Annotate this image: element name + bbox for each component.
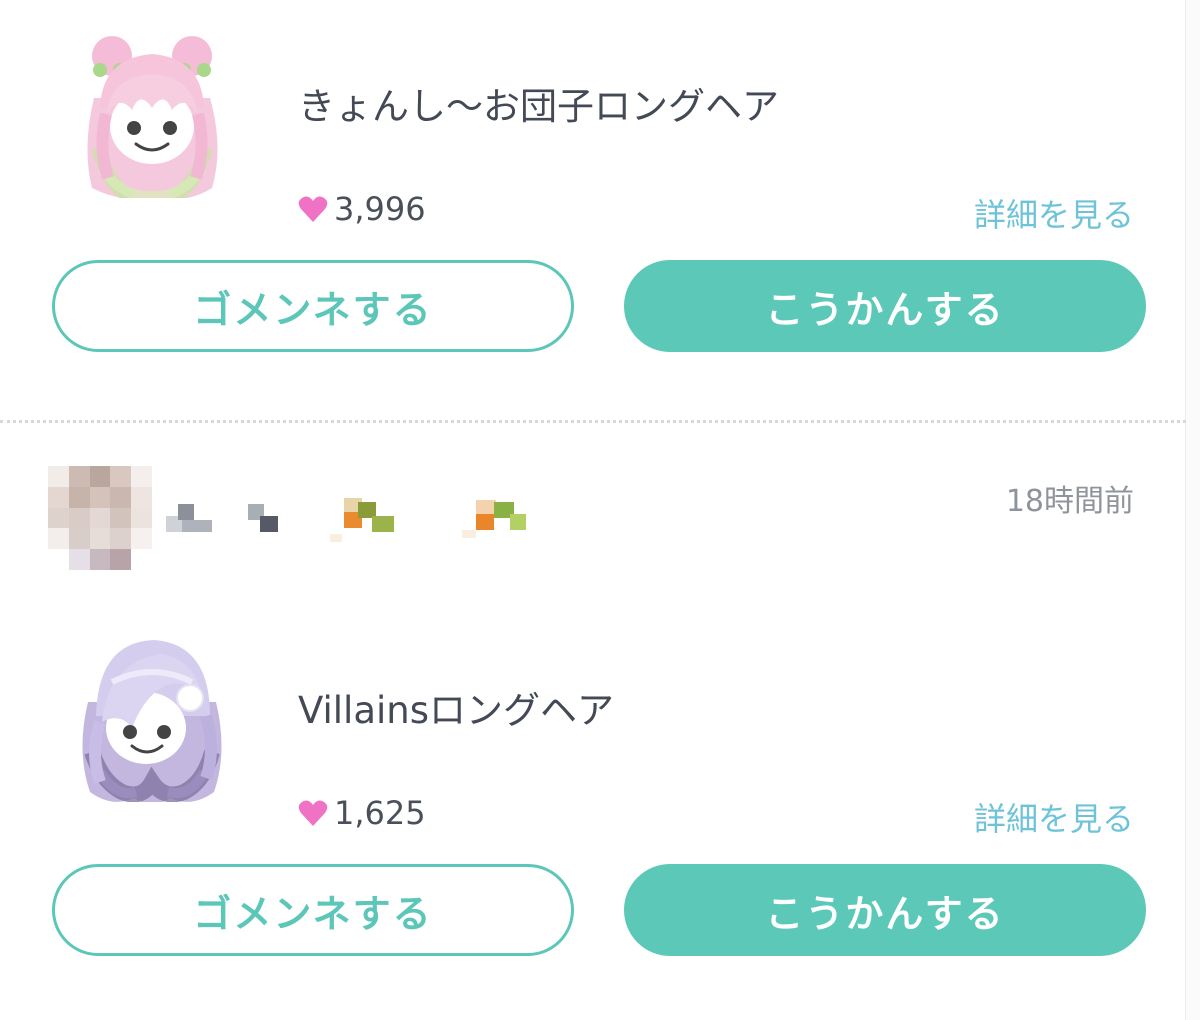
item-card: Villainsロングヘア 1,625 詳細を見る — [0, 632, 1186, 838]
item-card: きょんし〜お団子ロングヘア 3,996 詳細を見る — [0, 28, 1186, 234]
requester-row: 18時間前 — [0, 460, 1186, 580]
exchange-button[interactable]: こうかんする — [624, 864, 1146, 956]
item-title: きょんし〜お団子ロングヘア — [298, 85, 779, 128]
pink-long-hair-avatar-icon[interactable] — [72, 28, 232, 203]
view-details-link[interactable]: 詳細を見る — [974, 794, 1134, 840]
divider — [0, 420, 1186, 423]
view-details-link[interactable]: 詳細を見る — [974, 190, 1134, 236]
likes-value: 1,625 — [334, 794, 426, 832]
item-title: Villainsロングヘア — [298, 689, 615, 732]
scrollbar[interactable] — [1185, 0, 1200, 1020]
decline-button[interactable]: ゴメンネする — [52, 864, 574, 956]
avatar[interactable] — [48, 466, 152, 570]
heart-icon — [298, 196, 328, 222]
masked-username — [166, 498, 526, 542]
lavender-long-hair-avatar-icon[interactable] — [72, 632, 232, 804]
exchange-button[interactable]: こうかんする — [624, 260, 1146, 352]
heart-icon — [298, 800, 328, 826]
likes-count: 3,996 — [298, 190, 426, 228]
request-timestamp: 18時間前 — [1005, 484, 1134, 519]
likes-count: 1,625 — [298, 794, 426, 832]
likes-value: 3,996 — [334, 190, 426, 228]
decline-button[interactable]: ゴメンネする — [52, 260, 574, 352]
